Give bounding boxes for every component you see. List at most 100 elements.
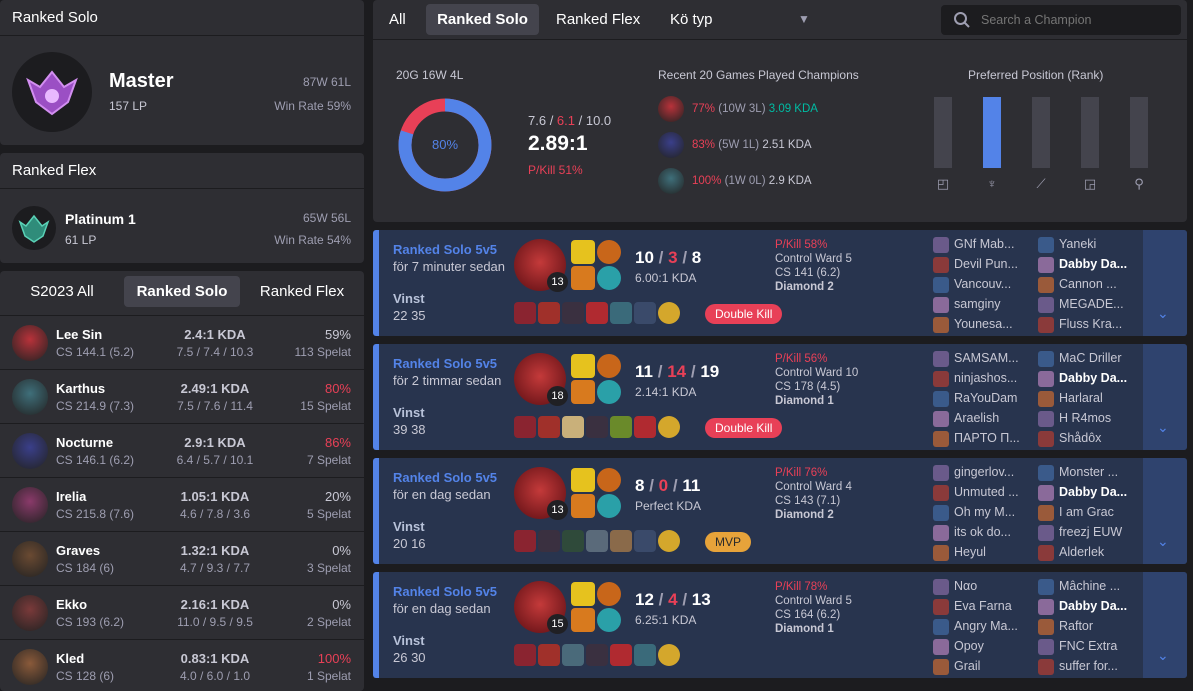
team-player[interactable]: Oh my M... <box>933 502 1031 522</box>
champion-games: 3 Spelat <box>306 561 351 575</box>
team-player[interactable]: H R4mos <box>1038 408 1136 428</box>
item-icon <box>634 530 656 552</box>
match-kda-ratio: 2.14:1 KDA <box>635 385 697 399</box>
team-player[interactable]: Dabby Da... <box>1038 482 1136 502</box>
search-input[interactable] <box>981 9 1171 31</box>
item-icon <box>562 530 584 552</box>
champion-row[interactable]: Kled CS 128 (6) 0.83:1 KDA 4.0 / 6.0 / 1.0 1… <box>0 639 364 691</box>
match-card[interactable]: Ranked Solo 5v5 för 7 minuter sedan Vinst 2… <box>373 230 1187 336</box>
player-champion-icon <box>933 316 949 333</box>
match-badge: Double Kill <box>705 304 783 324</box>
team-player[interactable]: Grail <box>933 656 1031 676</box>
champion-stats: 6.4 / 5.7 / 10.1 <box>176 453 254 467</box>
team-player[interactable]: samginy <box>933 294 1031 314</box>
champion-stats: 4.7 / 9.3 / 7.7 <box>179 561 251 575</box>
team-player[interactable]: Cannon ... <box>1038 274 1136 294</box>
match-card[interactable]: Ranked Solo 5v5 för en dag sedan Vinst 26 3… <box>373 572 1187 678</box>
avg-assists: 10.0 <box>585 113 612 128</box>
champion-search[interactable] <box>941 5 1181 35</box>
item-icon <box>586 644 608 666</box>
team-player[interactable]: RaYouDam <box>933 388 1031 408</box>
team-player[interactable]: Angry Ma... <box>933 616 1031 636</box>
match-pkill: P/Kill 58% <box>775 239 828 251</box>
expand-match-button[interactable]: ⌄ <box>1143 572 1187 678</box>
team-player[interactable]: ninjashos... <box>933 368 1031 388</box>
match-queue: Ranked Solo 5v5 <box>393 242 498 257</box>
team-player[interactable]: Devil Pun... <box>933 254 1031 274</box>
champion-stats: 4.0 / 6.0 / 1.0 <box>179 669 251 683</box>
team-player[interactable]: Younesa... <box>933 314 1031 334</box>
expand-match-button[interactable]: ⌄ <box>1143 458 1187 564</box>
item-icon <box>586 416 608 438</box>
team-player[interactable]: Yaneki <box>1038 234 1136 254</box>
team-player[interactable]: Dabby Da... <box>1038 596 1136 616</box>
team-player[interactable]: Monster ... <box>1038 462 1136 482</box>
player-name: Younesa... <box>954 317 1013 331</box>
champion-row[interactable]: Ekko CS 193 (6.2) 2.16:1 KDA 11.0 / 9.5 / 9… <box>0 585 364 639</box>
team-player[interactable]: GNf Mab... <box>933 234 1031 254</box>
team-player[interactable]: MEGADE... <box>1038 294 1136 314</box>
season-tab-all[interactable]: S2023 All <box>12 276 112 307</box>
player-name: Angry Ma... <box>954 619 1018 633</box>
player-name: Mâchine ... <box>1059 579 1121 593</box>
flex-lp: 61 LP <box>65 233 97 247</box>
team-player[interactable]: suffer for... <box>1038 656 1136 676</box>
smite-spell-icon <box>597 240 621 264</box>
match-kda: 10 / 3 / 8 <box>635 248 702 267</box>
team-player[interactable]: MaC Driller <box>1038 348 1136 368</box>
queue-tab-solo[interactable]: Ranked Solo <box>426 4 539 35</box>
queue-tab-flex[interactable]: Ranked Flex <box>556 11 640 28</box>
item-icon <box>658 644 680 666</box>
team-player[interactable]: gingerlov... <box>933 462 1031 482</box>
team-player[interactable]: Shådôx <box>1038 428 1136 448</box>
match-card[interactable]: Ranked Solo 5v5 för en dag sedan Vinst 20 1… <box>373 458 1187 564</box>
team-player[interactable]: Alderlek <box>1038 542 1136 562</box>
team-player[interactable]: Unmuted ... <box>933 482 1031 502</box>
champion-row[interactable]: Graves CS 184 (6) 1.32:1 KDA 4.7 / 9.3 / 7.… <box>0 531 364 585</box>
position-bar <box>1081 97 1099 168</box>
team-player[interactable]: Harlaral <box>1038 388 1136 408</box>
team-player[interactable]: SAMSAM... <box>933 348 1031 368</box>
team-player[interactable]: freezj EUW <box>1038 522 1136 542</box>
champion-stats: 7.5 / 7.4 / 10.3 <box>176 345 254 359</box>
team-player[interactable]: ΠΑΡΤΟ Π... <box>933 428 1031 448</box>
champion-row[interactable]: Irelia CS 215.8 (7.6) 1.05:1 KDA 4.6 / 7.8 … <box>0 477 364 531</box>
season-tab-flex[interactable]: Ranked Flex <box>250 276 354 307</box>
champion-row[interactable]: Lee Sin CS 144.1 (5.2) 2.4:1 KDA 7.5 / 7.4 … <box>0 315 364 369</box>
team-player[interactable]: its ok do... <box>933 522 1031 542</box>
champion-name: Lee Sin <box>56 327 103 342</box>
match-card[interactable]: Ranked Solo 5v5 för 2 timmar sedan Vinst 39… <box>373 344 1187 450</box>
match-details: P/Kill 56% Control Ward 10 CS 178 (4.5) Dia… <box>775 352 858 408</box>
queue-type-label: Kö typ <box>670 11 713 28</box>
team-player[interactable]: Dabby Da... <box>1038 368 1136 388</box>
match-details: P/Kill 58% Control Ward 5 CS 141 (6.2) Diam… <box>775 238 852 294</box>
team-player[interactable]: FNC Extra <box>1038 636 1136 656</box>
item-icon <box>538 302 560 324</box>
player-name: Yaneki <box>1059 237 1097 251</box>
team-player[interactable]: Vancouv... <box>933 274 1031 294</box>
team-player[interactable]: Araelish <box>933 408 1031 428</box>
champion-cs: CS 184 (6) <box>56 561 115 575</box>
item-icon <box>514 416 536 438</box>
team-player[interactable]: Opoy <box>933 636 1031 656</box>
team-player[interactable]: Heyul <box>933 542 1031 562</box>
champion-row[interactable]: Karthus CS 214.9 (7.3) 2.49:1 KDA 7.5 / 7.6… <box>0 369 364 423</box>
team-player[interactable]: Mâchine ... <box>1038 576 1136 596</box>
season-tab-solo[interactable]: Ranked Solo <box>124 276 240 307</box>
team-player[interactable]: Nαo <box>933 576 1031 596</box>
player-name: MEGADE... <box>1059 297 1124 311</box>
queue-tab-all[interactable]: All <box>389 11 406 28</box>
donut-percent: 80% <box>431 137 459 152</box>
team-player[interactable]: Dabby Da... <box>1038 254 1136 274</box>
player-champion-icon <box>1038 658 1054 675</box>
match-kda: 11 / 14 / 19 <box>635 362 720 381</box>
team-player[interactable]: Raftor <box>1038 616 1136 636</box>
expand-match-button[interactable]: ⌄ <box>1143 344 1187 450</box>
team-player[interactable]: Eva Farna <box>933 596 1031 616</box>
queue-type-select[interactable]: Kö typ ▼ <box>670 4 815 35</box>
expand-match-button[interactable]: ⌄ <box>1143 230 1187 336</box>
team-player[interactable]: Fluss Kra... <box>1038 314 1136 334</box>
champion-row[interactable]: Nocturne CS 146.1 (6.2) 2.9:1 KDA 6.4 / 5.7… <box>0 423 364 477</box>
team-player[interactable]: I am Grac <box>1038 502 1136 522</box>
player-name: Monster ... <box>1059 465 1119 479</box>
